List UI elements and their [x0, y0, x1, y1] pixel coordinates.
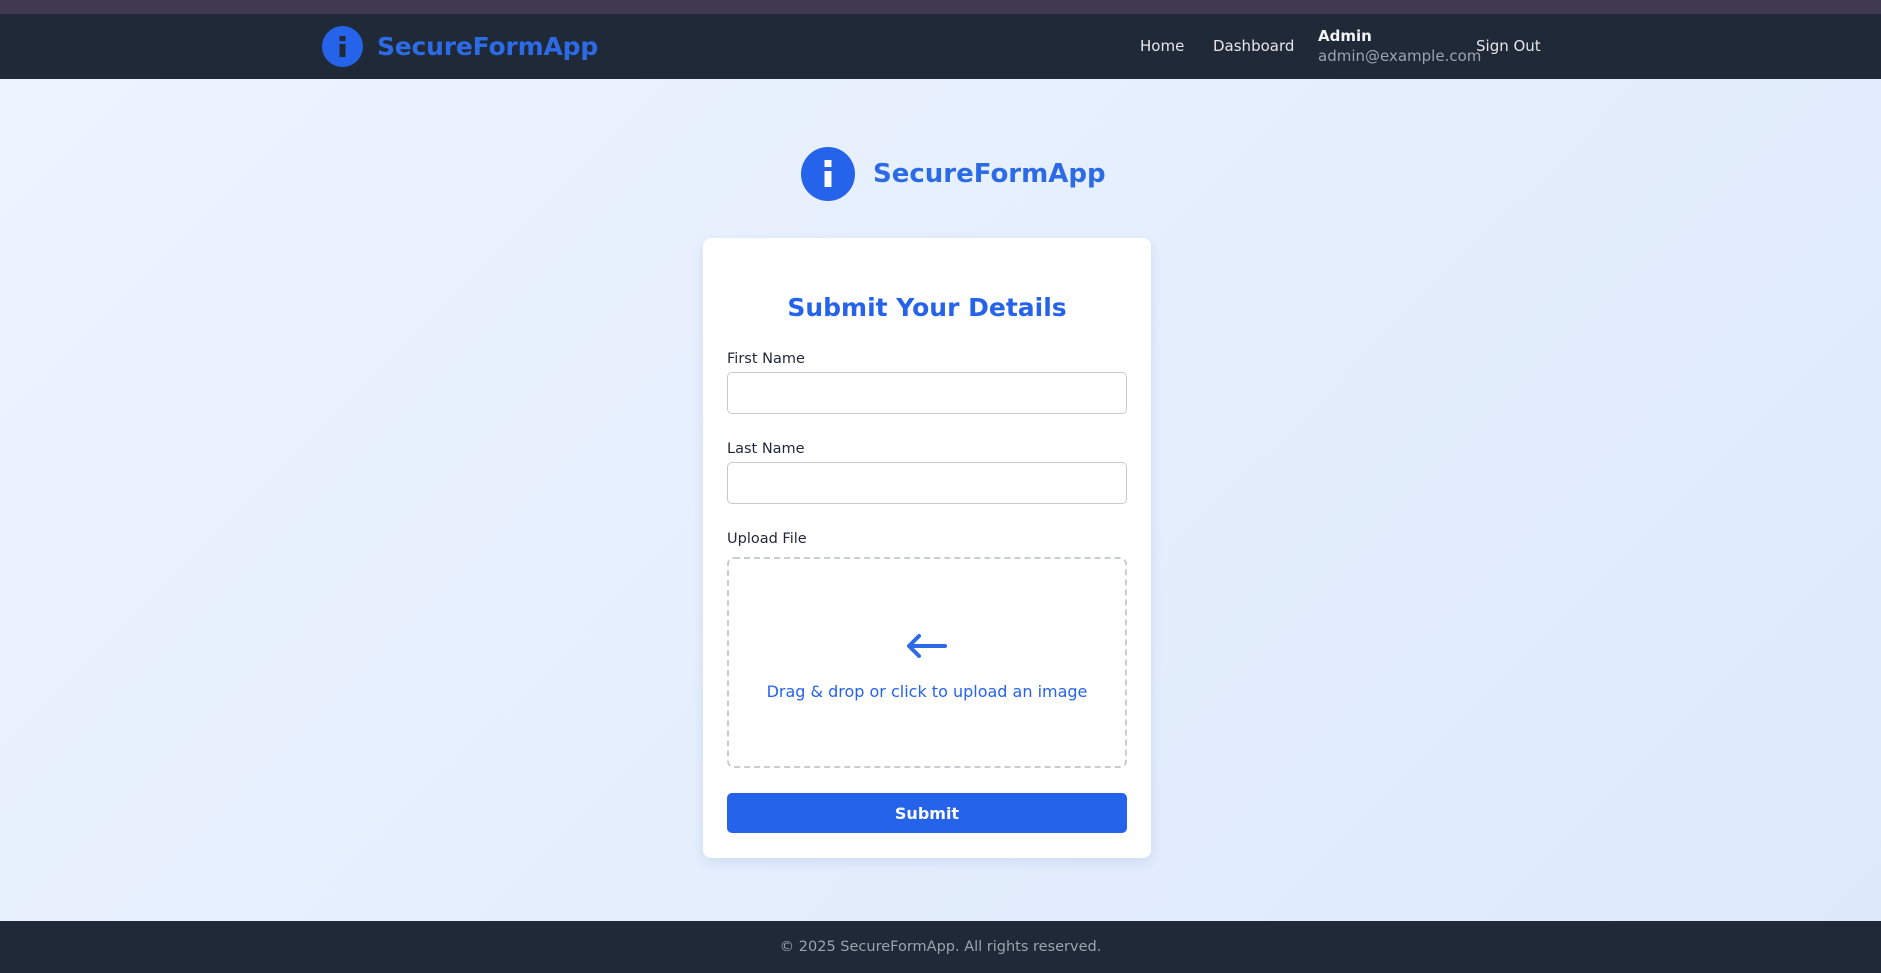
info-icon — [322, 26, 363, 67]
main-content: SecureFormApp Submit Your Details First … — [0, 79, 1881, 921]
arrow-left-icon — [905, 633, 949, 663]
hero-brand: SecureFormApp — [801, 147, 1106, 201]
user-info: Admin admin@example.com — [1318, 26, 1481, 66]
nav-link-home[interactable]: Home — [1140, 37, 1184, 55]
dropzone-prompt: Drag & drop or click to upload an image — [766, 682, 1088, 701]
navbar-brand[interactable]: SecureFormApp — [322, 26, 598, 67]
first-name-label: First Name — [727, 351, 805, 367]
submit-button[interactable]: Submit — [727, 793, 1127, 833]
first-name-input[interactable] — [727, 372, 1127, 414]
upload-file-label: Upload File — [727, 531, 807, 547]
hero-brand-name: SecureFormApp — [873, 159, 1106, 189]
navbar-brand-name: SecureFormApp — [377, 32, 599, 61]
footer-copyright: © 2025 SecureFormApp. All rights reserve… — [779, 939, 1102, 955]
user-email: admin@example.com — [1318, 47, 1482, 65]
last-name-input[interactable] — [727, 462, 1127, 504]
info-icon — [801, 147, 855, 201]
file-dropzone[interactable]: Drag & drop or click to upload an image — [727, 557, 1127, 768]
navbar: SecureFormApp Home Dashboard Admin admin… — [0, 14, 1881, 79]
form-title: Submit Your Details — [787, 293, 1067, 322]
sign-out-link[interactable]: Sign Out — [1476, 37, 1541, 55]
details-form-card: Submit Your Details First Name Last Name… — [703, 238, 1151, 858]
user-name: Admin — [1318, 27, 1372, 45]
last-name-label: Last Name — [727, 441, 805, 457]
top-strip — [0, 0, 1881, 14]
nav-link-dashboard[interactable]: Dashboard — [1213, 37, 1294, 55]
footer: © 2025 SecureFormApp. All rights reserve… — [0, 921, 1881, 973]
